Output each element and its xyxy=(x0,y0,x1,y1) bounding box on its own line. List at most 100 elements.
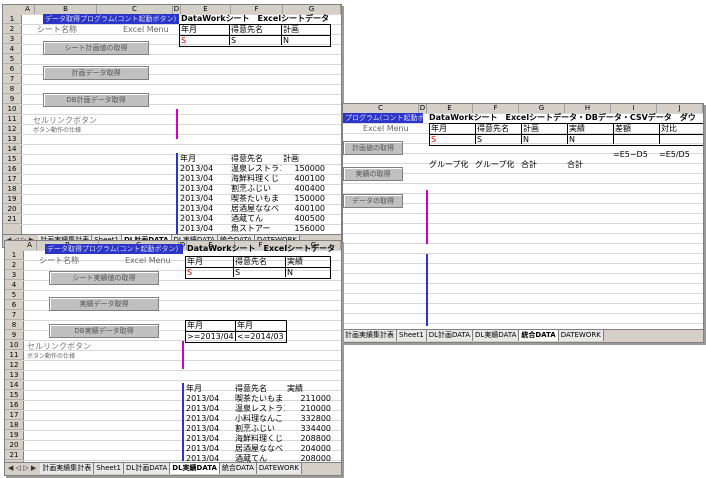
get-plan-button[interactable]: 計画値の取得 xyxy=(343,141,403,155)
col-e[interactable]: E xyxy=(427,104,473,113)
table-cell[interactable]: 海鮮料理くじ xyxy=(235,434,285,444)
row-number[interactable]: 17 xyxy=(5,410,23,420)
row-number[interactable]: 20 xyxy=(5,440,23,450)
tab-datework[interactable]: DATEWORK xyxy=(558,330,604,341)
row-number[interactable]: 21 xyxy=(3,214,21,224)
table-cell[interactable]: 魚ストアー xyxy=(231,224,281,234)
get-plan-data-button[interactable]: 計画データ取得 xyxy=(43,66,149,80)
row-number[interactable]: 3 xyxy=(5,270,23,280)
col-g[interactable]: G xyxy=(519,104,565,113)
table-cell[interactable]: 400400 xyxy=(283,184,325,194)
table-cell[interactable]: 小料理なんこ xyxy=(235,414,285,424)
row-number[interactable]: 7 xyxy=(5,310,23,320)
table-cell[interactable]: 居酒屋ななべ xyxy=(235,444,285,454)
table-cell[interactable]: 割烹ふじい xyxy=(235,424,285,434)
table-cell[interactable]: 156000 xyxy=(283,224,325,234)
table-cell[interactable]: 喫茶たいもま xyxy=(231,194,281,204)
table-cell[interactable]: 2013/04 xyxy=(180,204,230,214)
tab-scroll-arrows[interactable]: ◀ ◁ ▷ ▶ xyxy=(5,464,38,472)
table-cell[interactable]: 211000 xyxy=(287,394,331,404)
row-number[interactable]: 15 xyxy=(5,390,23,400)
table-cell[interactable]: 2013/04 xyxy=(180,184,230,194)
row-number[interactable]: 8 xyxy=(3,84,21,94)
row-number[interactable]: 11 xyxy=(5,350,23,360)
get-actual-button[interactable]: 実績の取得 xyxy=(343,167,403,181)
row-number[interactable]: 17 xyxy=(3,174,21,184)
get-sheet-actual-button[interactable]: シート実績値の取得 xyxy=(49,271,159,285)
table-cell[interactable]: 150000 xyxy=(283,164,325,174)
row-number[interactable]: 6 xyxy=(5,300,23,310)
row-number[interactable]: 1 xyxy=(5,250,23,260)
table-cell[interactable]: 温泉レストラン xyxy=(235,404,285,414)
table-cell[interactable]: 2013/04 xyxy=(186,404,234,414)
row-number[interactable]: 16 xyxy=(3,164,21,174)
col-h[interactable]: H xyxy=(565,104,611,113)
cond-value-to[interactable]: <=2014/03 xyxy=(236,331,286,341)
row-number[interactable]: 15 xyxy=(3,154,21,164)
get-data-button[interactable]: データの取得 xyxy=(343,194,403,208)
row-number[interactable]: 19 xyxy=(3,194,21,204)
col-b[interactable]: B xyxy=(35,5,97,14)
table-cell[interactable]: 2013/04 xyxy=(180,164,230,174)
col-a[interactable]: A xyxy=(23,241,37,250)
row-number[interactable]: 11 xyxy=(3,114,21,124)
row-number[interactable]: 12 xyxy=(5,360,23,370)
get-actual-data-button[interactable]: 実績データ取得 xyxy=(49,297,159,311)
table-cell[interactable]: 210000 xyxy=(287,404,331,414)
row-number[interactable]: 3 xyxy=(3,34,21,44)
col-f[interactable]: F xyxy=(473,104,519,113)
table-cell[interactable]: 2013/04 xyxy=(186,414,234,424)
tab-dl-actual[interactable]: DL実績DATA xyxy=(473,330,520,341)
get-db-actual-button[interactable]: DB実績データ取得 xyxy=(49,324,159,338)
table-cell[interactable]: 2013/04 xyxy=(180,224,230,234)
table-cell[interactable]: 2013/04 xyxy=(180,214,230,224)
row-number[interactable]: 16 xyxy=(5,400,23,410)
col-f[interactable]: F xyxy=(231,5,283,14)
get-sheet-plan-button[interactable]: シート計画値の取得 xyxy=(43,41,149,55)
cond-value-from[interactable]: >=2013/04 xyxy=(186,331,236,341)
row-number[interactable]: 18 xyxy=(5,420,23,430)
col-d[interactable]: D xyxy=(173,5,181,14)
tab-summary[interactable]: 計画実績集計表 xyxy=(343,330,397,341)
table-cell[interactable]: 334400 xyxy=(287,424,331,434)
row-number[interactable]: 13 xyxy=(5,370,23,380)
row-number[interactable]: 5 xyxy=(3,54,21,64)
col-d[interactable]: D xyxy=(419,104,427,113)
row-number[interactable]: 20 xyxy=(3,204,21,214)
table-cell[interactable]: 喫茶たいもま xyxy=(235,394,285,404)
row-number[interactable]: 2 xyxy=(5,260,23,270)
row-number[interactable]: 10 xyxy=(3,104,21,114)
tab-merged[interactable]: 統合DATA xyxy=(519,330,559,341)
row-number[interactable]: 2 xyxy=(3,24,21,34)
table-cell[interactable]: 150000 xyxy=(283,194,325,204)
row-number[interactable]: 19 xyxy=(5,430,23,440)
row-number[interactable]: 8 xyxy=(5,320,23,330)
row-number[interactable]: 14 xyxy=(5,380,23,390)
col-g[interactable]: G xyxy=(283,5,341,14)
row-number[interactable]: 4 xyxy=(3,44,21,54)
tab-dl-plan[interactable]: DL計画DATA xyxy=(426,330,474,341)
tab-sheet1[interactable]: Sheet1 xyxy=(94,463,124,474)
table-cell[interactable]: 2013/04 xyxy=(180,174,230,184)
table-cell[interactable]: 400100 xyxy=(283,204,325,214)
table-cell[interactable]: 温泉レストラン xyxy=(231,164,281,174)
row-number[interactable]: 9 xyxy=(3,94,21,104)
row-number[interactable]: 4 xyxy=(5,280,23,290)
row-number[interactable]: 7 xyxy=(3,74,21,84)
table-cell[interactable]: 割烹ふじい xyxy=(231,184,281,194)
row-number[interactable]: 12 xyxy=(3,124,21,134)
table-cell[interactable]: 居酒屋ななべ xyxy=(231,204,281,214)
row-number[interactable]: 6 xyxy=(3,64,21,74)
table-cell[interactable]: 2013/04 xyxy=(186,434,234,444)
table-cell[interactable]: 2013/04 xyxy=(180,194,230,204)
tab-dl-plan[interactable]: DL計画DATA xyxy=(123,463,171,474)
row-number[interactable]: 10 xyxy=(5,340,23,350)
row-number[interactable]: 1 xyxy=(3,14,21,24)
get-db-plan-button[interactable]: DB計画データ取得 xyxy=(43,93,149,107)
table-cell[interactable]: 204000 xyxy=(287,444,331,454)
row-number[interactable]: 14 xyxy=(3,144,21,154)
col-c[interactable]: C xyxy=(97,5,173,14)
row-number[interactable]: 13 xyxy=(3,134,21,144)
col-j[interactable]: J xyxy=(657,104,703,113)
col-c[interactable]: C xyxy=(343,104,419,113)
